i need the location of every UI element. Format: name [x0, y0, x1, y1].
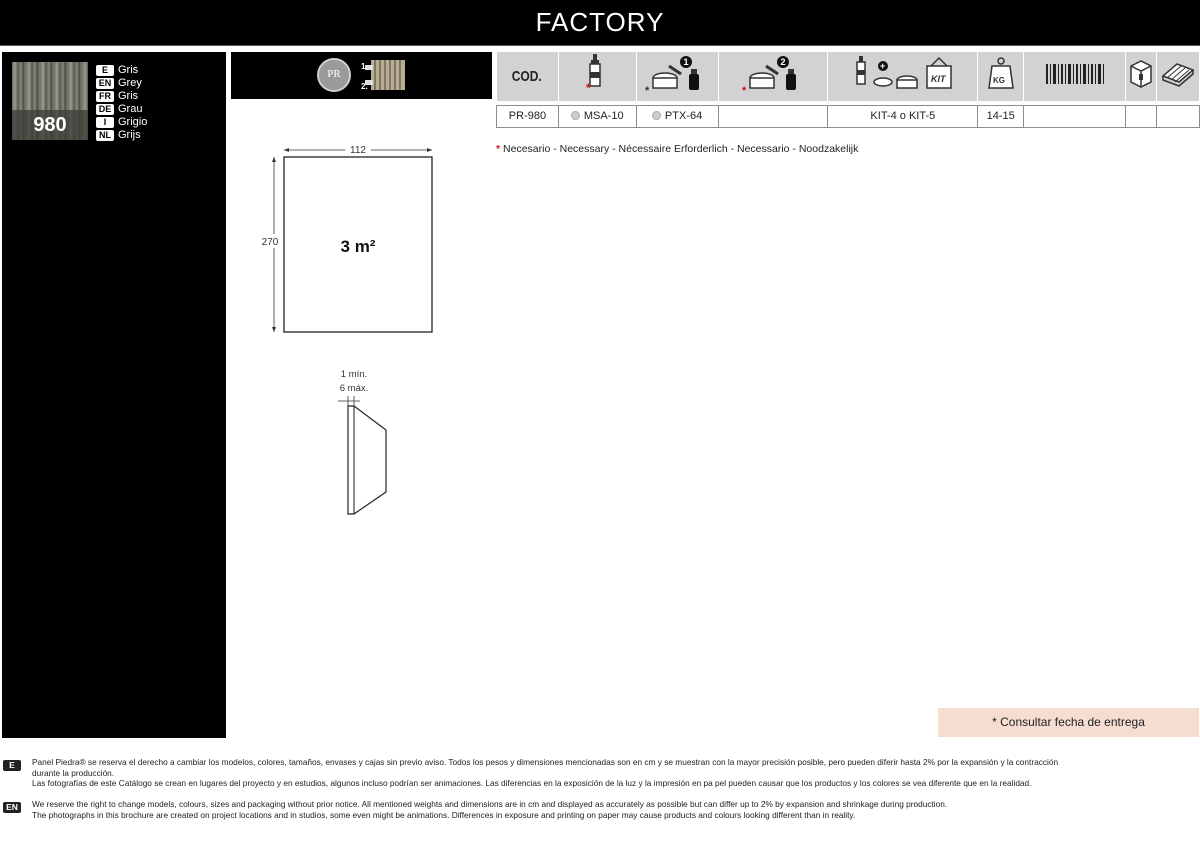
panel-dimension-drawing: 112 270 3 m² 1 mín. 6 máx. — [258, 143, 433, 515]
pr-logo-badge: PR — [317, 58, 351, 92]
svg-text:*: * — [586, 81, 591, 95]
primer-step-two-icon: 2 * — [742, 56, 796, 97]
primer-value: PTX-64 — [664, 110, 703, 122]
adhesive-tube-icon: * — [586, 54, 601, 95]
sealant-header: 2 * — [718, 52, 829, 101]
installation-panel: PR 1. 2. — [231, 52, 492, 99]
svg-text:1: 1 — [684, 57, 689, 67]
product-sidebar: 980 E Gris EN Grey FR Gris DE Grau I Gri… — [2, 52, 226, 738]
cell-code: PR-980 — [496, 104, 559, 128]
box-icon — [1130, 60, 1152, 88]
delivery-note: * Consultar fecha de entrega — [938, 708, 1199, 737]
width-label: 112 — [350, 145, 366, 156]
primer-header: 1 * — [636, 52, 719, 101]
thickness-max-label: 6 máx. — [340, 383, 369, 394]
svg-text:*: * — [645, 85, 650, 96]
lang-tag-fr: FR — [96, 91, 114, 102]
spec-data-row: PR-980 MSA-10 PTX-64 KIT-4 o KIT-5 14-15 — [496, 104, 1200, 128]
footer-es-line: Panel Piedra® se reserva el derecho a ca… — [32, 757, 1059, 767]
cell-sealant — [717, 104, 829, 128]
color-row-fr: FR Gris — [96, 90, 147, 103]
color-row-de: DE Grau — [96, 103, 147, 116]
color-row-nl: NL Grijs — [96, 129, 147, 142]
color-name-en: Grey — [118, 77, 142, 89]
barcode-header — [1023, 52, 1126, 101]
svg-text:+: + — [880, 61, 885, 71]
weight-kg-icon: KG — [987, 57, 1014, 89]
footer-text-en: We reserve the right to change models, c… — [32, 799, 1182, 820]
color-row-it: I Grigio — [96, 116, 147, 129]
footer-tag-es: E — [3, 760, 21, 771]
required-note-text: Necesario - Necessary - Nécessaire Erfor… — [503, 143, 859, 155]
panel-installation-icon — [365, 60, 405, 90]
box-header — [1125, 52, 1157, 101]
footer-text-es: Panel Piedra® se reserva el derecho a ca… — [32, 757, 1182, 789]
lang-tag-de: DE — [96, 104, 114, 115]
height-label: 270 — [262, 237, 279, 248]
svg-text:*: * — [742, 85, 747, 96]
lang-tag-nl: NL — [96, 130, 114, 141]
color-row-es: E Gris — [96, 64, 147, 77]
footer-en-line: We reserve the right to change models, c… — [32, 799, 948, 809]
cell-pallet — [1155, 104, 1200, 128]
lang-tag-es: E — [96, 65, 114, 76]
adhesive-dot-icon — [570, 111, 580, 120]
svg-text:KG: KG — [993, 76, 1005, 85]
installation-kit-icon: + KIT — [856, 56, 952, 89]
cell-barcode — [1023, 104, 1126, 128]
barcode-icon — [1045, 64, 1104, 84]
lang-tag-it: I — [96, 117, 114, 128]
header-bar: FACTORY — [0, 0, 1200, 46]
adhesive-header: * — [558, 52, 637, 101]
primer-step-one-icon: 1 * — [645, 56, 700, 97]
cod-header: COD. — [496, 52, 559, 101]
thickness-min-label: 1 mín. — [341, 369, 367, 380]
primer-dot-icon — [651, 111, 661, 120]
cell-kit: KIT-4 o KIT-5 — [827, 104, 979, 128]
product-swatch-image: 980 — [12, 62, 88, 140]
color-name-es: Gris — [118, 64, 139, 76]
kit-header: + KIT — [827, 52, 979, 101]
pallet-icon — [1161, 63, 1195, 87]
weight-header: KG — [977, 52, 1025, 101]
cell-box — [1124, 104, 1157, 128]
spec-header-row: COD. * 1 * 2 * + KIT KG — [496, 52, 1200, 101]
cell-primer: PTX-64 — [635, 104, 719, 128]
color-name-list: E Gris EN Grey FR Gris DE Grau I Grigio … — [96, 64, 147, 142]
cell-weight: 14-15 — [977, 104, 1025, 128]
color-row-en: EN Grey — [96, 77, 147, 90]
required-star: * — [496, 143, 501, 155]
page-title: FACTORY — [535, 7, 665, 37]
spec-table: COD. * 1 * 2 * + KIT KG PR-980 MSA-10 PT… — [496, 52, 1200, 128]
color-name-de: Grau — [118, 103, 143, 115]
area-label: 3 m² — [341, 237, 376, 256]
svg-text:KIT: KIT — [931, 74, 947, 84]
color-name-nl: Grijs — [118, 129, 141, 141]
color-name-fr: Gris — [118, 90, 139, 102]
footer-tag-en: EN — [3, 802, 21, 813]
footer-es-line: durante la producción. — [32, 767, 115, 778]
footer-es-line: Las fotografías de este Catálogo se crea… — [32, 778, 1032, 788]
pallet-header — [1156, 52, 1200, 101]
adhesive-value: MSA-10 — [583, 110, 624, 122]
product-code: 980 — [12, 110, 88, 140]
required-note: * Necesario - Necessary - Nécessaire Erf… — [496, 143, 858, 155]
lang-tag-en: EN — [96, 78, 114, 89]
footer-en-line: The photographs in this brochure are cre… — [32, 809, 856, 820]
cell-adhesive: MSA-10 — [557, 104, 637, 128]
color-name-it: Grigio — [118, 116, 148, 128]
svg-text:2: 2 — [780, 57, 785, 67]
